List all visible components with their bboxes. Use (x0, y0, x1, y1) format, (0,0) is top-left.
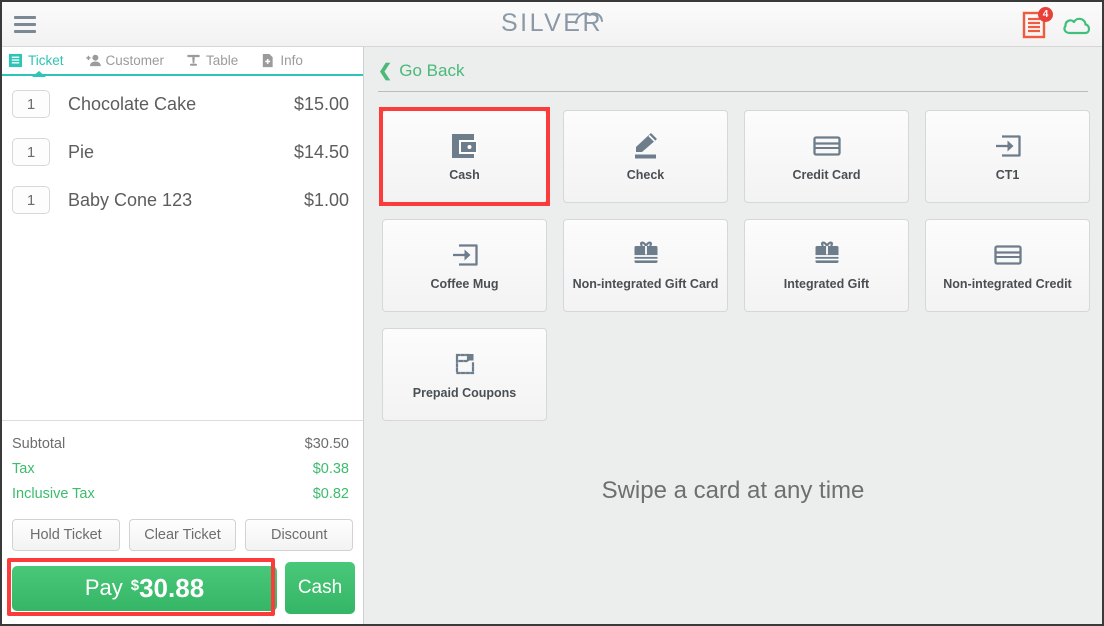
wallet-icon (451, 134, 478, 159)
arrow-into-box-icon (995, 135, 1021, 157)
credit-card-icon (993, 245, 1022, 265)
currency-symbol: $ (130, 576, 140, 594)
go-back-button[interactable]: ❮ Go Back (378, 61, 464, 81)
tab-label: Ticket (28, 53, 64, 68)
menu-bar-1 (14, 15, 36, 19)
tender-label: Integrated Gift (783, 277, 870, 292)
pay-button[interactable]: Pay $30.88 (12, 565, 277, 611)
tender-label: Non-integrated Credit (943, 277, 1072, 292)
pay-button-wrapper: Pay $30.88 (7, 557, 277, 616)
pay-amount: $30.88 (131, 573, 204, 604)
tender-label: Credit Card (792, 168, 861, 183)
menu-icon[interactable] (2, 2, 48, 47)
top-bar-actions: 4 (1022, 2, 1092, 47)
pay-label: Pay (84, 575, 123, 600)
pay-bar: Pay $30.88 Cash (2, 557, 363, 624)
tender-tile-prepaid-coupons[interactable]: Prepaid Coupons (382, 328, 547, 421)
subtotal-value: $30.50 (304, 436, 349, 452)
tender-label: Check (626, 168, 665, 183)
tab-ticket[interactable]: Ticket (8, 46, 86, 77)
tax-value: $0.38 (312, 461, 349, 477)
subtotal-row: Subtotal $30.50 (12, 432, 349, 457)
tab-label: Table (206, 53, 239, 68)
coupon-icon (455, 354, 474, 375)
credit-card-icon (812, 136, 841, 156)
item-quantity[interactable]: 1 (12, 90, 50, 118)
table-icon (187, 54, 200, 66)
tab-label: Customer (105, 53, 165, 68)
tax-label: Tax (12, 461, 35, 477)
pen-signature-icon (634, 133, 657, 159)
tender-tile-integrated-gift[interactable]: Integrated Gift (744, 219, 909, 312)
tab-customer[interactable]: Customer (85, 46, 187, 75)
item-name: Chocolate Cake (68, 93, 197, 114)
item-price: $14.50 (293, 141, 349, 162)
menu-bar-3 (14, 29, 36, 33)
subtotal-label: Subtotal (12, 436, 66, 452)
menu-bar-2 (14, 22, 36, 26)
app-logo: SILVER (2, 9, 1102, 38)
go-back-wrapper: ❮ Go Back (364, 47, 1102, 81)
clear-ticket-button[interactable]: Clear Ticket (128, 519, 237, 551)
tab-info[interactable]: Info (260, 46, 325, 75)
tender-tile-coffee-mug[interactable]: Coffee Mug (382, 219, 547, 312)
tender-panel: ❮ Go Back Cash Check Credit Card CT1 Cof… (364, 47, 1102, 624)
item-price: $1.00 (303, 189, 349, 210)
pay-amount-value: 30.88 (139, 572, 205, 603)
logo-cloud-icon (575, 12, 603, 24)
ticket-actions: Hold Ticket Clear Ticket Discount (2, 511, 363, 557)
item-quantity[interactable]: 1 (12, 186, 50, 214)
tender-label: Cash (449, 168, 480, 183)
tender-tile-non-integrated-credit[interactable]: Non-integrated Credit (925, 219, 1090, 312)
document-plus-icon (263, 53, 273, 68)
notification-badge: 4 (1038, 6, 1053, 22)
item-price: $15.00 (293, 93, 349, 114)
main-body: Ticket Customer Table Info 1 Chocolate C… (2, 47, 1102, 624)
inclusive-tax-row: Inclusive Tax $0.82 (12, 482, 349, 507)
tender-tile-check[interactable]: Check (563, 110, 728, 203)
tender-tile-credit-card[interactable]: Credit Card (744, 110, 909, 203)
tab-label: Info (280, 53, 303, 68)
tender-label: Coffee Mug (430, 277, 499, 292)
active-tab-indicator (32, 71, 46, 77)
ticket-tabs: Ticket Customer Table Info (2, 46, 363, 77)
inclusive-tax-label: Inclusive Tax (12, 486, 95, 502)
tender-tile-ct1[interactable]: CT1 (925, 110, 1090, 203)
arrow-into-box-icon (452, 244, 478, 266)
logo-text: SILVER (500, 9, 604, 37)
ticket-item-list: 1 Chocolate Cake $15.00 1 Pie $14.50 1 B… (2, 76, 363, 420)
go-back-label: Go Back (399, 61, 465, 80)
list-item[interactable]: 1 Pie $14.50 (2, 128, 363, 176)
tab-table[interactable]: Table (186, 46, 260, 75)
receipt-icon (8, 53, 23, 68)
inclusive-tax-value: $0.82 (312, 486, 349, 502)
chevron-left-icon: ❮ (378, 61, 393, 80)
cloud-icon[interactable] (1062, 14, 1092, 36)
list-item[interactable]: 1 Chocolate Cake $15.00 (2, 80, 363, 128)
tender-label: Non-integrated Gift Card (572, 277, 719, 292)
list-item[interactable]: 1 Baby Cone 123 $1.00 (2, 176, 363, 224)
discount-button[interactable]: Discount (245, 519, 354, 551)
top-bar: SILVER 4 (2, 2, 1102, 47)
cash-quick-button[interactable]: Cash (285, 562, 355, 614)
ticket-panel: Ticket Customer Table Info 1 Chocolate C… (2, 47, 364, 624)
swipe-message: Swipe a card at any time (601, 477, 865, 504)
add-person-icon (85, 54, 101, 67)
item-name: Pie (68, 141, 95, 162)
gift-card-icon (815, 241, 838, 264)
tender-label: CT1 (995, 168, 1020, 183)
ticket-totals: Subtotal $30.50 Tax $0.38 Inclusive Tax … (2, 420, 363, 511)
hold-ticket-button[interactable]: Hold Ticket (12, 519, 120, 551)
item-name: Baby Cone 123 (68, 189, 193, 210)
item-quantity[interactable]: 1 (12, 138, 50, 166)
gift-card-icon (634, 241, 657, 264)
tender-grid: Cash Check Credit Card CT1 Coffee Mug No… (364, 92, 1102, 421)
tender-tile-non-integrated-gift-card[interactable]: Non-integrated Gift Card (563, 219, 728, 312)
open-tickets-button[interactable]: 4 (1022, 6, 1053, 39)
tax-row: Tax $0.38 (12, 457, 349, 482)
tender-label: Prepaid Coupons (412, 386, 517, 401)
pos-app-window: SILVER 4 Ticket Customer Table Info 1 Ch… (0, 0, 1104, 626)
tender-tile-cash[interactable]: Cash (379, 107, 550, 206)
